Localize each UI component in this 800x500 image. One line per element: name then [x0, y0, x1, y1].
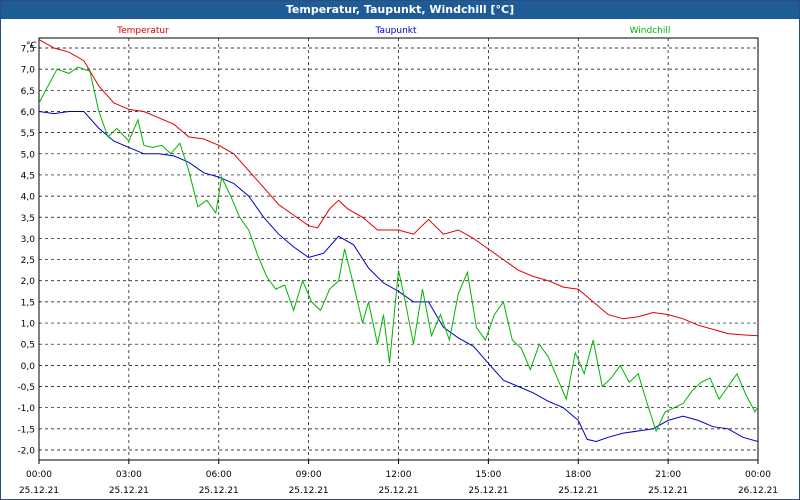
- y-tick-label: 4,5: [21, 171, 35, 181]
- legend-label-temperatur: Temperatur: [116, 26, 169, 36]
- x-tick-time: 18:00: [565, 470, 591, 480]
- x-tick-date: 25.12.21: [468, 486, 508, 496]
- x-tick-time: 12:00: [386, 470, 412, 480]
- x-tick-time: 00:00: [745, 470, 771, 480]
- y-tick-label: -1,0: [17, 404, 35, 414]
- y-tick-label: 0,5: [21, 341, 35, 351]
- legend-label-taupunkt: Taupunkt: [374, 26, 417, 36]
- x-tick-date: 25.12.21: [558, 486, 598, 496]
- y-tick-label: -1,5: [17, 425, 35, 435]
- y-tick-label: 5,0: [21, 150, 36, 160]
- y-tick-label: -2,0: [17, 447, 35, 457]
- x-tick-date: 25.12.21: [19, 486, 59, 496]
- y-tick-label: 4,0: [21, 193, 36, 203]
- x-tick-date: 25.12.21: [199, 486, 239, 496]
- y-tick-label: 1,0: [21, 320, 36, 330]
- x-tick-time: 06:00: [206, 470, 232, 480]
- x-tick-date: 25.12.21: [289, 486, 329, 496]
- x-tick-date: 25.12.21: [648, 486, 688, 496]
- y-tick-label: 3,0: [21, 235, 36, 245]
- y-tick-label: 1,5: [21, 298, 35, 308]
- y-tick-label: -0,5: [17, 383, 35, 393]
- x-tick-date: 25.12.21: [378, 486, 418, 496]
- x-tick-time: 21:00: [655, 470, 681, 480]
- x-tick-time: 09:00: [296, 470, 322, 480]
- x-tick-time: 15:00: [475, 470, 501, 480]
- legend-label-windchill: Windchill: [630, 26, 671, 36]
- x-tick-date: 26.12.21: [738, 486, 778, 496]
- y-tick-label: 5,5: [21, 129, 35, 139]
- y-unit-label: °C: [26, 41, 37, 51]
- y-tick-label: 6,0: [21, 108, 36, 118]
- y-tick-label: 7,0: [21, 66, 36, 76]
- y-tick-label: 6,5: [21, 87, 35, 97]
- x-tick-time: 03:00: [116, 470, 142, 480]
- y-tick-label: 3,5: [21, 214, 35, 224]
- x-tick-time: 00:00: [26, 470, 52, 480]
- x-tick-date: 25.12.21: [109, 486, 149, 496]
- y-tick-label: 0,0: [21, 362, 36, 372]
- line-chart: 7,57,06,56,05,55,04,54,03,53,02,52,01,51…: [17, 26, 778, 496]
- y-tick-label: 2,0: [21, 277, 36, 287]
- y-tick-label: 2,5: [21, 256, 35, 266]
